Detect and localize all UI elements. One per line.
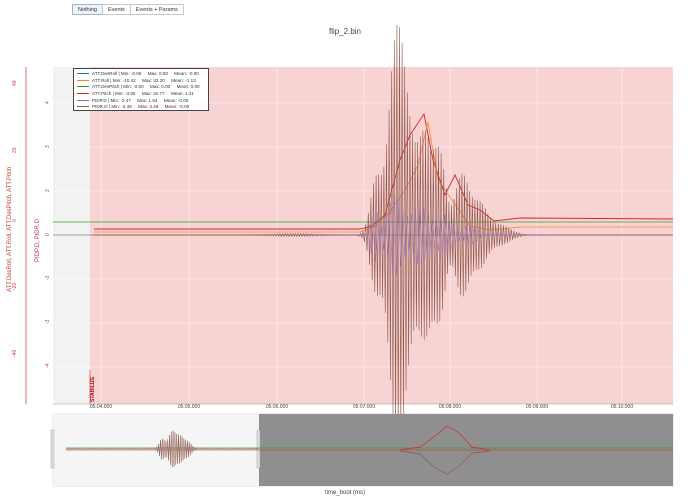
legend-swatch — [77, 106, 89, 108]
legend-label: PIDP.D | Min: -2.47 Max: 1.54 Mean: -0.0… — [92, 97, 189, 103]
legend-label: ATT.DesRoll | Min: -0.00 Max: 0.00 Mean:… — [92, 70, 199, 76]
svg-text:0: 0 — [45, 233, 51, 236]
legend-item[interactable]: ATT.DesPitch | Min: -0.00 Max: 0.00 Mean… — [77, 83, 205, 90]
pid-axis-ticks: 4 3 2 0 -2 -3 -4 — [45, 101, 51, 368]
svg-text:4: 4 — [45, 101, 51, 104]
svg-text:-4: -4 — [45, 363, 51, 368]
y-axis-label-left: ATT.DesRoll, ATT.Roll, ATT.DesPitch, ATT… — [7, 166, 13, 292]
legend-item[interactable]: ATT.Pitch | Min: -3.05 Max: 32.77 Mean: … — [77, 90, 205, 97]
legend-item[interactable]: PIDP.D | Min: -2.47 Max: 1.54 Mean: -0.0… — [77, 97, 205, 104]
svg-text:-3: -3 — [45, 319, 51, 324]
legend-label: ATT.DesPitch | Min: -0.00 Max: 0.00 Mean… — [92, 84, 200, 90]
svg-text:3: 3 — [45, 145, 51, 148]
x-axis-ticks: 05:04.000 05:05.000 05:06.000 05:07.000 … — [90, 404, 633, 410]
left-tick-minus40: -40 — [12, 350, 18, 357]
x-tick-0506: 05:06.000 — [266, 404, 288, 410]
y-axis-label-right: PIDP.D, PIDR.D — [35, 219, 41, 262]
x-tick-0507: 05:07.000 — [353, 404, 375, 410]
legend-label: PIDR.D | Min: -3.49 Max: 3.49 Mean: -0.0… — [92, 104, 190, 110]
x-tick-0510: 05:10.000 — [611, 404, 633, 410]
legend-swatch — [77, 99, 89, 101]
x-axis-label: time_boot (ms) — [324, 490, 365, 496]
x-tick-0505: 05:05.000 — [178, 404, 200, 410]
legend-item[interactable]: PIDR.D | Min: -3.49 Max: 3.49 Mean: -0.0… — [77, 103, 205, 110]
x-tick-0504: 05:04.000 — [90, 404, 112, 410]
svg-text:-2: -2 — [45, 275, 51, 280]
legend[interactable]: ATT.DesRoll | Min: -0.00 Max: 0.00 Mean:… — [73, 68, 209, 111]
left-tick-20: 20 — [12, 147, 18, 153]
legend-item[interactable]: ATT.Roll | Min: -10.42 Max: 32.20 Mean: … — [77, 77, 205, 84]
legend-label: ATT.Pitch | Min: -3.05 Max: 32.77 Mean: … — [92, 90, 194, 96]
event-marker-label: STABILIZE — [90, 376, 96, 402]
legend-label: ATT.Roll | Min: -10.42 Max: 32.20 Mean: … — [92, 77, 196, 83]
range-handle-left[interactable] — [50, 429, 55, 469]
prearm-band — [53, 67, 90, 404]
legend-swatch — [77, 72, 89, 74]
left-tick-40: 40 — [12, 80, 18, 86]
x-tick-0509: 05:09.000 — [526, 404, 548, 410]
svg-text:2: 2 — [45, 189, 51, 192]
legend-swatch — [77, 79, 89, 81]
legend-swatch — [77, 86, 89, 88]
legend-item[interactable]: ATT.DesRoll | Min: -0.00 Max: 0.00 Mean:… — [77, 70, 205, 77]
legend-swatch — [77, 92, 89, 94]
x-tick-0508: 05:08.000 — [439, 404, 461, 410]
